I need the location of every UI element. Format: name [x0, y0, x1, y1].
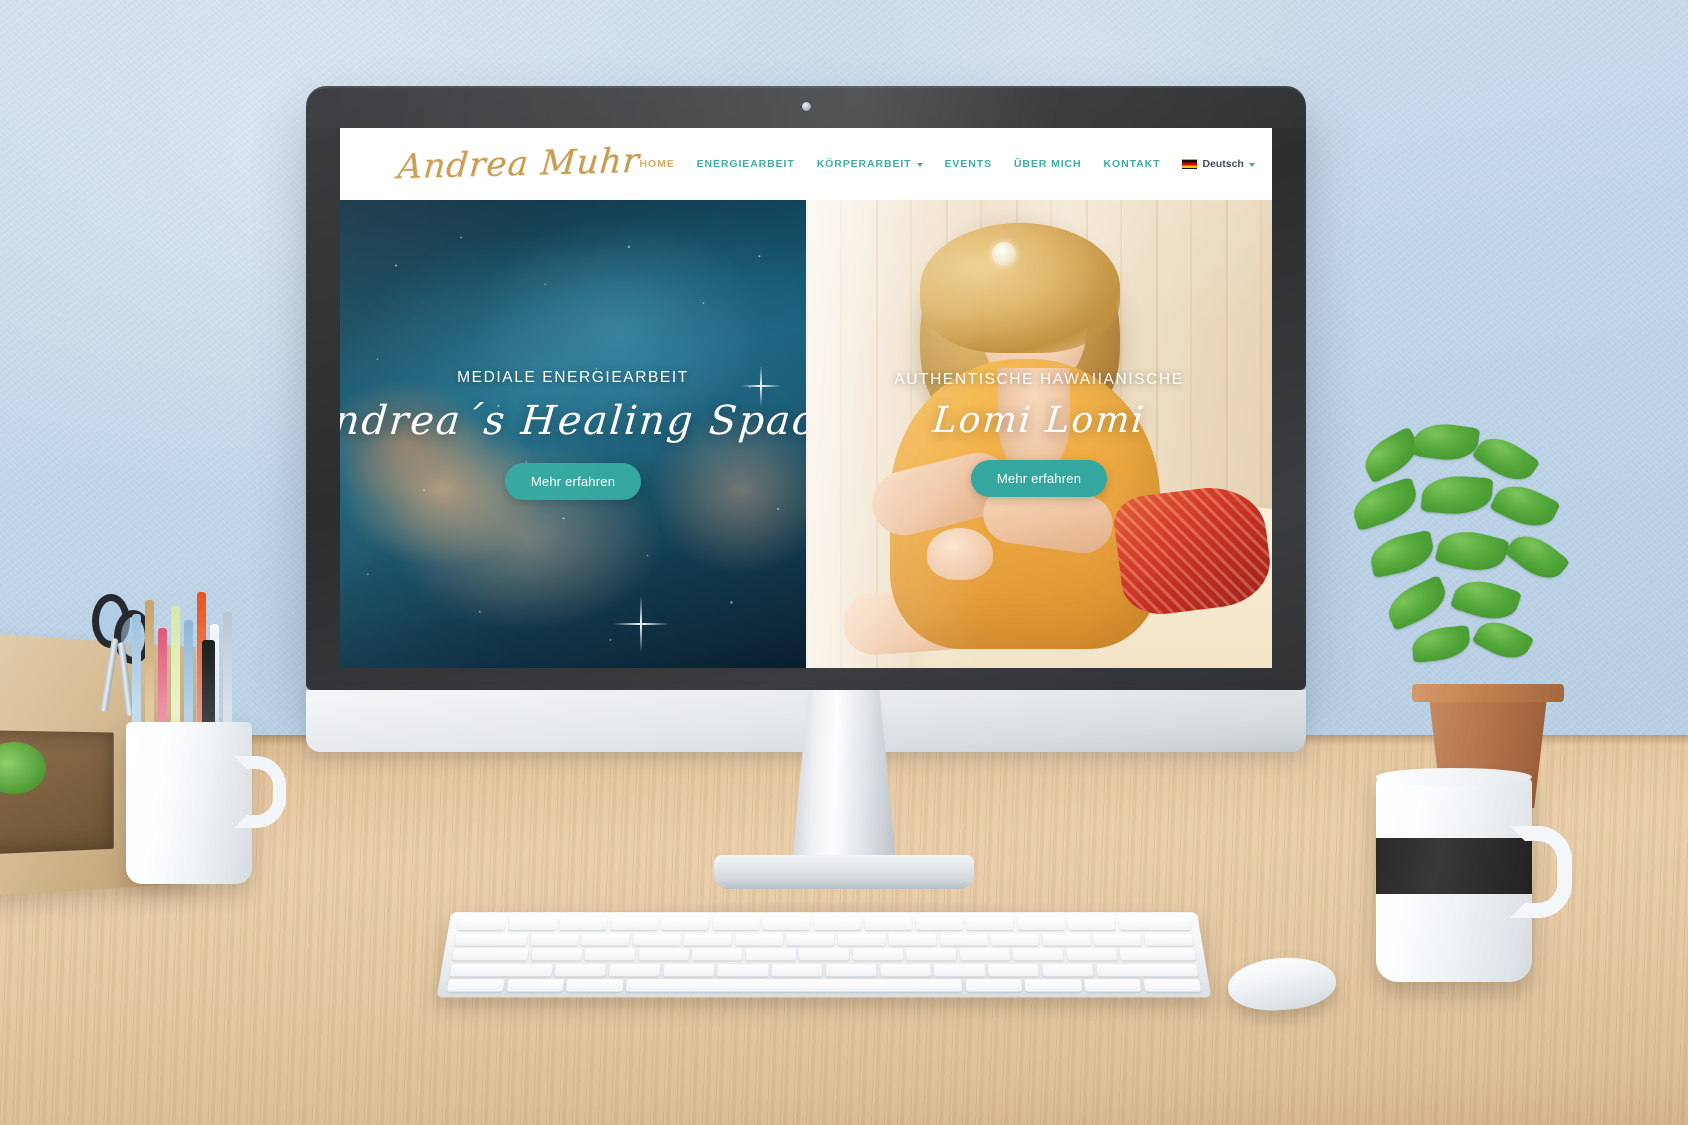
- nav-label-events: EVENTS: [944, 158, 992, 170]
- site-logo[interactable]: Andrea Muhr: [396, 141, 641, 187]
- hero-title-right: Lomi Lomi: [931, 400, 1147, 441]
- hero-panel-energiearbeit[interactable]: MEDIALE ENERGIEARBEIT Andrea´s Healing S…: [340, 200, 806, 668]
- nav-label-kontakt: KONTAKT: [1103, 158, 1161, 170]
- de-flag-icon: [1182, 159, 1198, 169]
- imac-monitor: Andrea Muhr HOME ENERGIEARBEIT KÖRPERARB…: [306, 86, 1306, 690]
- pen-holder-mug: [126, 722, 286, 884]
- nav-label-koerperarbeit: KÖRPERARBEIT: [816, 158, 912, 170]
- coffee-mug-handle: [1510, 826, 1572, 918]
- site-header: Andrea Muhr HOME ENERGIEARBEIT KÖRPERARB…: [340, 128, 1272, 200]
- keyboard-row: [451, 948, 1197, 961]
- webcam-icon: [802, 102, 811, 111]
- keyboard-row: [446, 979, 1202, 992]
- nav-label-ueber-mich: ÜBER MICH: [1013, 158, 1082, 170]
- mug-handle: [234, 756, 286, 828]
- hero-content-right: AUTHENTISCHE HAWAIIANISCHE Lomi Lomi Meh…: [806, 200, 1272, 668]
- nav-item-koerperarbeit[interactable]: KÖRPERARBEIT: [817, 158, 923, 170]
- nav-item-energiearbeit[interactable]: ENERGIEARBEIT: [697, 158, 795, 170]
- nav-item-home[interactable]: HOME: [640, 158, 675, 170]
- website-viewport: Andrea Muhr HOME ENERGIEARBEIT KÖRPERARB…: [340, 128, 1272, 668]
- chevron-down-icon: [1248, 162, 1255, 167]
- pens-group: [128, 592, 248, 732]
- keyboard[interactable]: [436, 912, 1212, 998]
- nav-label-home: HOME: [639, 158, 675, 170]
- keyboard-row: [449, 963, 1199, 977]
- keyboard-row: [454, 933, 1194, 946]
- nav-label-energiearbeit: ENERGIEARBEIT: [696, 158, 795, 170]
- nav-item-kontakt[interactable]: KONTAKT: [1104, 158, 1161, 170]
- monitor-stand-base: [714, 855, 974, 889]
- hero-kicker-right: AUTHENTISCHE HAWAIIANISCHE: [894, 371, 1184, 388]
- hero-cta-right[interactable]: Mehr erfahren: [970, 460, 1108, 497]
- hero-content-left: MEDIALE ENERGIEARBEIT Andrea´s Healing S…: [340, 200, 806, 668]
- nav-item-ueber-mich[interactable]: ÜBER MICH: [1014, 158, 1082, 170]
- chevron-down-icon: [916, 162, 923, 167]
- nav-item-events[interactable]: EVENTS: [945, 158, 992, 170]
- monitor-screen: Andrea Muhr HOME ENERGIEARBEIT KÖRPERARB…: [340, 128, 1272, 668]
- hero-kicker-left: MEDIALE ENERGIEARBEIT: [457, 368, 689, 386]
- hero-panel-lomi-lomi[interactable]: AUTHENTISCHE HAWAIIANISCHE Lomi Lomi Meh…: [806, 200, 1272, 668]
- desk-scene: Andrea Muhr HOME ENERGIEARBEIT KÖRPERARB…: [0, 0, 1688, 1125]
- language-label: Deutsch: [1202, 158, 1244, 170]
- keyboard-row: [456, 918, 1191, 931]
- plant-pot-rim: [1412, 684, 1564, 702]
- mug-rim: [1376, 768, 1532, 786]
- hero-title-left: Andrea´s Healing Space: [340, 397, 806, 444]
- mug-stripe: [1376, 838, 1532, 894]
- hero-cta-left[interactable]: Mehr erfahren: [504, 462, 642, 500]
- monitor-stand-neck: [792, 690, 896, 860]
- hero-section: MEDIALE ENERGIEARBEIT Andrea´s Healing S…: [340, 200, 1272, 668]
- coffee-mug: [1376, 768, 1572, 982]
- language-switcher[interactable]: Deutsch: [1182, 158, 1255, 170]
- main-navigation: HOME ENERGIEARBEIT KÖRPERARBEIT EVENTS Ü…: [640, 156, 1272, 172]
